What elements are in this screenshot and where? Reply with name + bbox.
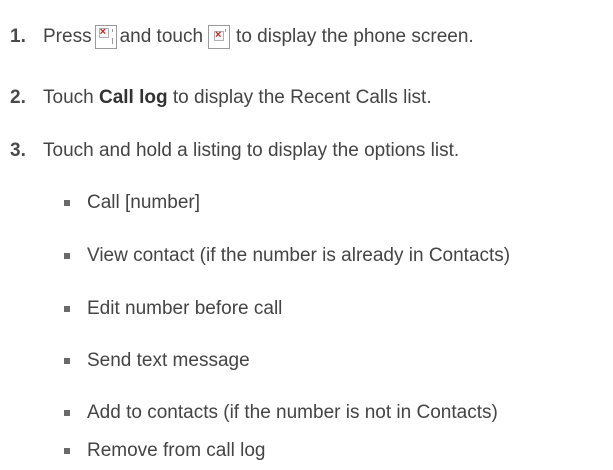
step-1: 1. Press and touch to display the phone … [10,24,474,50]
step-text: Touch Call log to display the Recent Cal… [43,85,432,111]
step-number: 1. [10,26,26,47]
bullet-icon [64,448,70,454]
step-text-part: to display the phone screen. [236,26,474,47]
bullet-icon [64,306,70,312]
step-3: 3. Touch and hold a listing to display t… [10,138,459,164]
call-log-label: Call log [98,87,168,108]
bullet-icon [64,358,70,364]
step-number: 3. [10,140,26,161]
step-2: 2. Touch Call log to display the Recent … [10,85,432,111]
step-text: Touch and hold a listing to display the … [43,140,460,161]
option-item: View contact (if the number is already i… [64,243,510,269]
option-label: Call [number] [87,192,200,213]
option-item: Remove from call log [64,438,265,464]
step-text-pre: Touch [43,87,99,108]
option-label: Edit number before call [87,298,283,319]
instruction-document: 1. Press and touch to display the phone … [0,0,613,470]
step-text-post: to display the Recent Calls list. [167,87,432,108]
bullet-icon [64,253,70,259]
phone-app-icon [208,25,231,49]
step-text-part: Press [43,26,92,47]
phone-key-icon [94,24,117,49]
bullet-icon [64,410,70,416]
option-item: Call [number] [64,190,200,216]
option-label: Add to contacts (if the number is not in… [87,402,498,423]
bullet-icon [64,200,70,206]
option-item: Send text message [64,348,250,374]
option-item: Add to contacts (if the number is not in… [64,400,498,426]
option-label: Send text message [87,350,250,371]
step-text-part: and touch [119,26,204,47]
option-label: View contact (if the number is already i… [87,245,511,266]
option-label: Remove from call log [87,440,266,461]
option-item: Edit number before call [64,296,282,322]
step-number: 2. [10,87,26,108]
